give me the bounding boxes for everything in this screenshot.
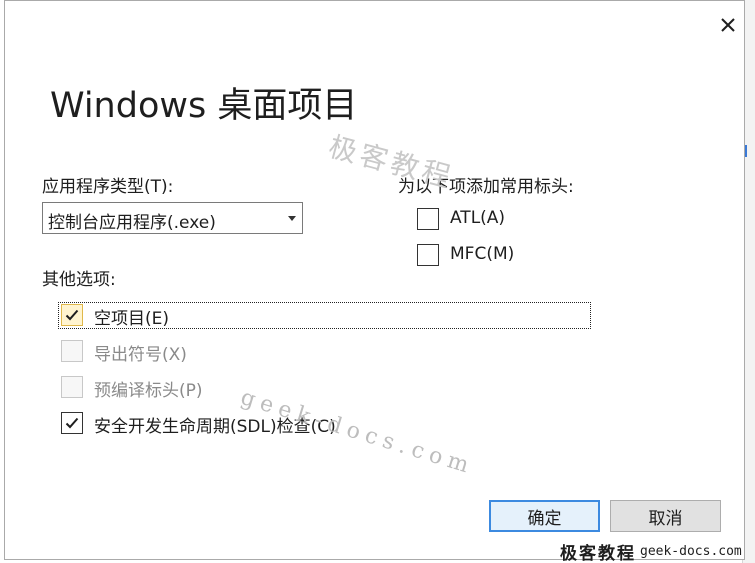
mfc-label: MFC(M) [450,244,515,264]
chevron-down-icon [288,216,296,221]
export-symbols-label: 导出符号(X) [94,345,187,365]
checkmark-icon [65,417,79,429]
windows-desktop-project-dialog: Windows 桌面项目 应用程序类型(T): 控制台应用程序(.exe) 为以… [4,0,745,560]
ok-button[interactable]: 确定 [489,500,600,532]
cancel-button[interactable]: 取消 [610,500,721,532]
other-options-label: 其他选项: [42,270,116,290]
precompiled-header-checkbox[interactable] [61,376,83,398]
app-type-selected-value: 控制台应用程序(.exe) [48,213,216,233]
sdl-checks-checkbox[interactable] [61,412,83,434]
headers-label: 为以下项添加常用标头: [398,177,574,197]
app-type-dropdown[interactable]: 控制台应用程序(.exe) [42,202,303,234]
app-type-label: 应用程序类型(T): [42,177,174,197]
empty-project-label: 空项目(E) [94,309,170,329]
footer-watermark: 极客教程 geek-docs.com [560,540,742,563]
footer-watermark-cn: 极客教程 [560,544,636,563]
precompiled-header-label: 预编译标头(P) [94,381,203,401]
empty-project-checkbox[interactable] [61,304,83,326]
export-symbols-checkbox[interactable] [61,340,83,362]
checkmark-icon [65,309,79,321]
dialog-title: Windows 桌面项目 [50,86,358,126]
atl-checkbox[interactable] [417,208,439,230]
sdl-checks-label: 安全开发生命周期(SDL)检查(C) [94,417,336,437]
close-button[interactable] [714,11,742,39]
screen: Windows 桌面项目 应用程序类型(T): 控制台应用程序(.exe) 为以… [0,0,755,563]
atl-label: ATL(A) [450,208,506,228]
mfc-checkbox[interactable] [417,244,439,266]
close-icon [721,18,735,32]
footer-watermark-en: geek-docs.com [640,544,742,559]
